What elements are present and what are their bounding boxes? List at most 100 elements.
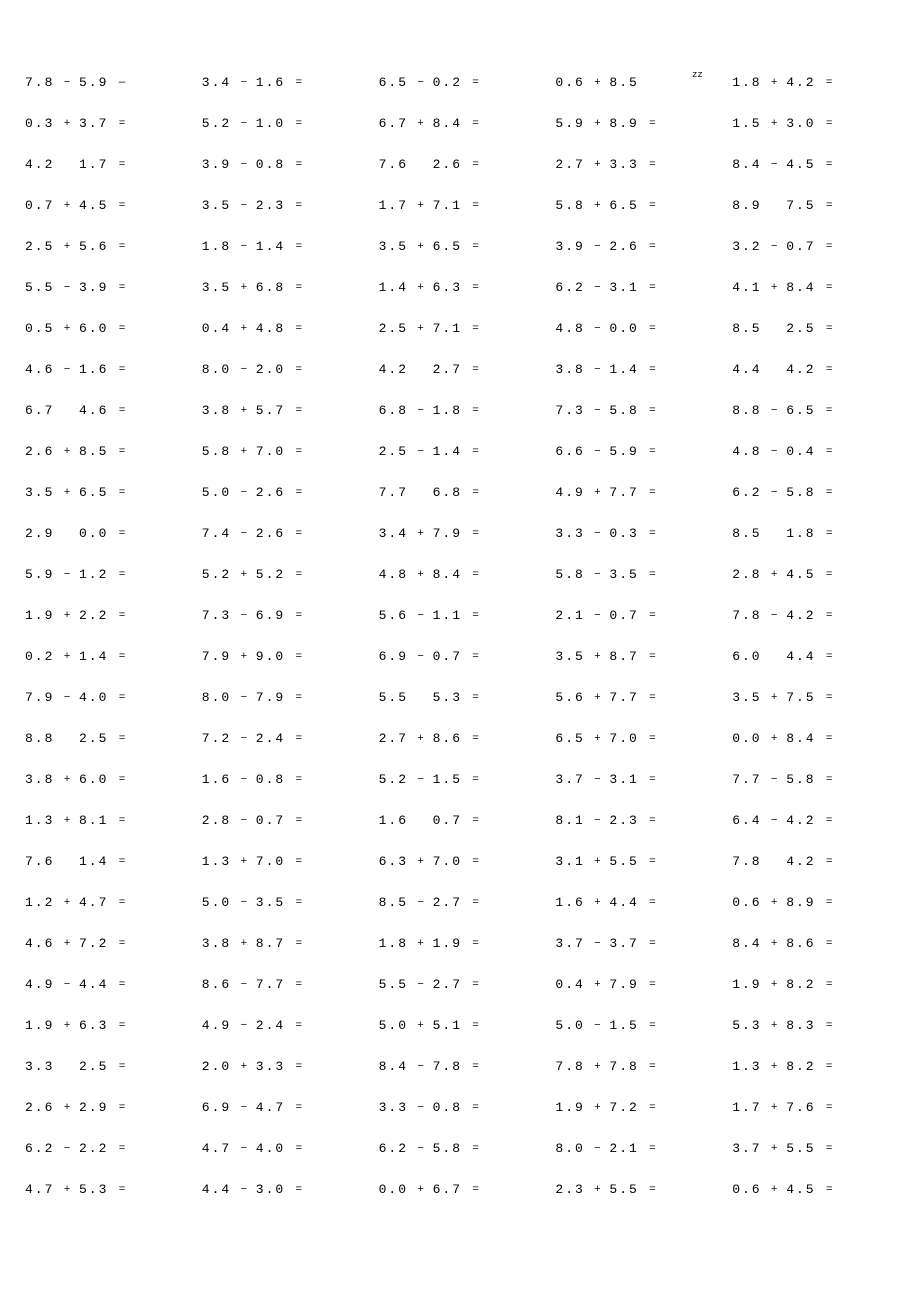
equals-sign: = (639, 733, 665, 745)
equals-sign: = (463, 1143, 489, 1155)
equals-sign: = (286, 282, 312, 294)
operand-b: 1.0 (256, 116, 286, 131)
equals-sign: = (816, 528, 842, 540)
operand-a: 6.7 (379, 116, 409, 131)
operator: − (585, 1143, 609, 1155)
operand-b: 8.6 (433, 731, 463, 746)
operand-b: 7.9 (256, 690, 286, 705)
operator: + (585, 897, 609, 909)
operand-b: 5.3 (79, 1182, 109, 1197)
operand-b: 2.7 (433, 977, 463, 992)
equals-sign: = (639, 1061, 665, 1073)
operand-a: 3.9 (202, 157, 232, 172)
equals-sign: = (463, 1184, 489, 1196)
equation-cell: 4.6+7.2= (25, 936, 188, 951)
equals-sign: = (463, 1020, 489, 1032)
equation-cell: 1.7+7.6= (732, 1100, 895, 1115)
operand-a: 8.6 (202, 977, 232, 992)
operand-b: 3.0 (786, 116, 816, 131)
equals-sign: = (109, 1143, 135, 1155)
equation-cell: 8.4−4.5= (732, 157, 895, 172)
operand-b: 4.0 (79, 690, 109, 705)
operand-b: 4.5 (786, 567, 816, 582)
operand-a: 5.2 (202, 567, 232, 582)
operand-a: 6.5 (555, 731, 585, 746)
operator: + (585, 77, 609, 89)
equation-cell: 5.8−3.5= (555, 567, 718, 582)
equation-cell: 3.8+8.7= (202, 936, 365, 951)
operand-a: 4.8 (379, 567, 409, 582)
operator: + (55, 487, 79, 499)
equals-sign: = (286, 733, 312, 745)
operator: + (762, 1143, 786, 1155)
equals-sign: = (109, 323, 135, 335)
operand-b: 6.0 (79, 772, 109, 787)
operand-b: 1.1 (433, 608, 463, 623)
equation-cell: 1.60.7= (379, 813, 542, 828)
operator: + (55, 446, 79, 458)
operator: + (585, 1184, 609, 1196)
operand-b: 4.5 (786, 1182, 816, 1197)
equals-sign: = (109, 774, 135, 786)
operand-a: 7.4 (202, 526, 232, 541)
operand-b: 3.5 (609, 567, 639, 582)
operand-b: 5.7 (256, 403, 286, 418)
operand-a: 3.5 (202, 280, 232, 295)
operand-b: 2.9 (79, 1100, 109, 1115)
operator: − (585, 364, 609, 376)
equation-cell: 4.9−2.4= (202, 1018, 365, 1033)
operand-b: 7.0 (256, 854, 286, 869)
equation-cell: 0.7+4.5= (25, 198, 188, 213)
operand-b: 4.0 (256, 1141, 286, 1156)
operand-b: 1.2 (79, 567, 109, 582)
operator: + (762, 1184, 786, 1196)
equals-sign: = (639, 200, 665, 212)
operator: − (409, 651, 433, 663)
operator: + (585, 159, 609, 171)
equals-sign: = (286, 405, 312, 417)
operand-a: 6.9 (202, 1100, 232, 1115)
operand-b: 4.2 (786, 813, 816, 828)
equation-cell: 3.7+5.5= (732, 1141, 895, 1156)
operator: + (55, 118, 79, 130)
operator: − (409, 1061, 433, 1073)
equation-cell: 7.62.6= (379, 157, 542, 172)
equals-sign: = (816, 651, 842, 663)
operator: − (585, 774, 609, 786)
operand-b: 4.2 (786, 608, 816, 623)
operator: − (55, 77, 79, 89)
equation-cell: 3.1+5.5= (555, 854, 718, 869)
operand-a: 6.2 (555, 280, 585, 295)
operator: + (409, 241, 433, 253)
operator: + (409, 323, 433, 335)
operator: + (585, 733, 609, 745)
equation-cell: 0.4+4.8= (202, 321, 365, 336)
equation-cell: 3.2−0.7= (732, 239, 895, 254)
equals-sign: = (463, 856, 489, 868)
equation-cell: 5.3+8.3= (732, 1018, 895, 1033)
operand-b: 8.4 (786, 731, 816, 746)
operator: + (585, 1061, 609, 1073)
operand-a: 8.1 (555, 813, 585, 828)
operand-b: 8.5 (79, 444, 109, 459)
equation-cell: 1.2+4.7= (25, 895, 188, 910)
operand-a: 8.5 (732, 321, 762, 336)
operand-b: 6.5 (79, 485, 109, 500)
operator: + (55, 815, 79, 827)
operator: + (232, 938, 256, 950)
equals-sign: = (639, 405, 665, 417)
operator: + (585, 200, 609, 212)
operand-b: 5.6 (79, 239, 109, 254)
equals-sign: = (109, 610, 135, 622)
operand-a: 3.8 (555, 362, 585, 377)
operand-a: 3.4 (379, 526, 409, 541)
operand-a: 6.8 (379, 403, 409, 418)
operand-a: 7.8 (732, 608, 762, 623)
operand-b: 2.5 (79, 1059, 109, 1074)
operator: + (55, 897, 79, 909)
operand-b: 5.8 (786, 772, 816, 787)
operator: + (585, 856, 609, 868)
equals-sign: = (463, 77, 489, 89)
equals-sign: = (286, 241, 312, 253)
operand-a: 3.5 (379, 239, 409, 254)
